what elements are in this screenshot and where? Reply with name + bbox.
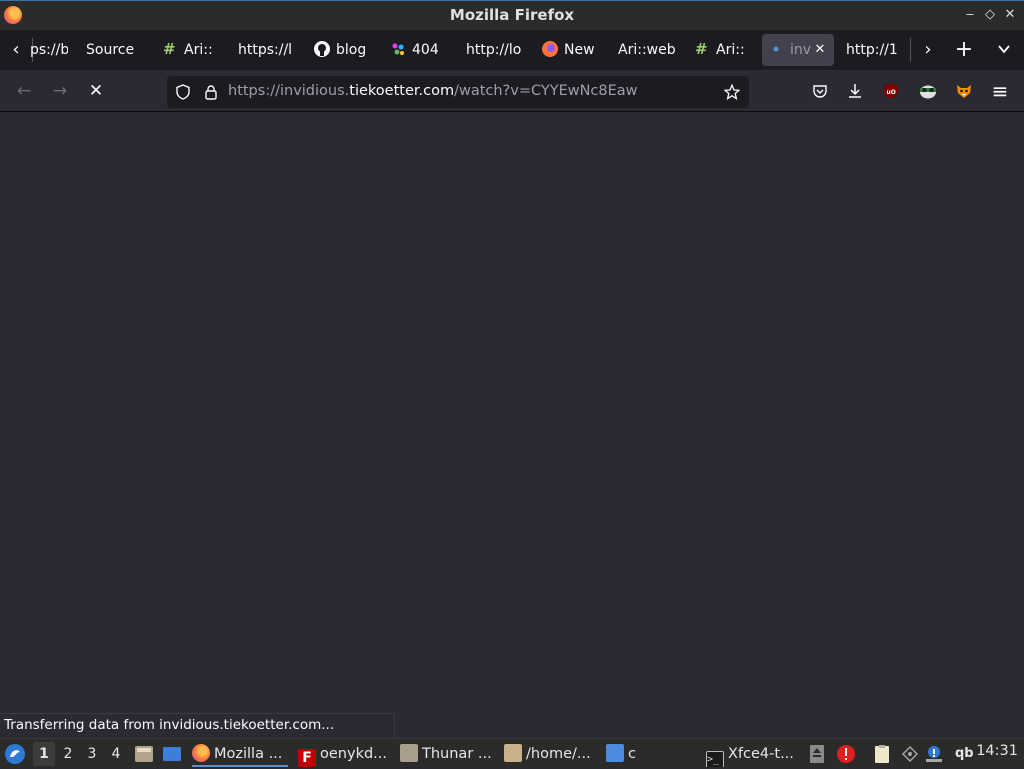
- network-icon[interactable]: [900, 744, 920, 764]
- pocket-icon[interactable]: [812, 83, 828, 99]
- tab-label: http://lo: [466, 42, 522, 58]
- scroll-tabs-right-button[interactable]: ›: [912, 34, 944, 66]
- maximize-button[interactable]: ◇: [982, 6, 998, 24]
- github-icon: [314, 37, 330, 57]
- loading-dot-icon: [768, 37, 784, 53]
- window-titlebar: Mozilla Firefox ‒ ◇ ✕: [0, 0, 1024, 30]
- tab-active[interactable]: inv ✕: [762, 34, 834, 66]
- tab[interactable]: New: [536, 34, 598, 66]
- close-window-button[interactable]: ✕: [1002, 6, 1018, 24]
- taskbar: 1 2 3 4 Mozilla ... Foenykd... Thunar ..…: [0, 738, 1024, 768]
- page-content[interactable]: [0, 112, 1024, 738]
- workspace-1[interactable]: 1: [33, 742, 55, 766]
- url-path: /watch?v=CYYEwNc8Eaw: [454, 83, 638, 99]
- terminal-icon: >_: [706, 751, 724, 767]
- app-menu-button[interactable]: ≡: [986, 77, 1014, 105]
- back-button[interactable]: ←: [10, 77, 38, 105]
- tab-label: Ari::: [716, 42, 745, 58]
- svg-text:#: #: [163, 41, 176, 57]
- tab[interactable]: https://l: [232, 34, 296, 66]
- status-panel: Transferring data from invidious.tiekoet…: [0, 713, 395, 737]
- task-label: c: [628, 746, 636, 762]
- task-label: oenykd...: [320, 746, 387, 762]
- workspace-2[interactable]: 2: [57, 742, 79, 766]
- tab[interactable]: ps://b: [24, 34, 68, 66]
- task-thunar[interactable]: Thunar ...: [400, 741, 496, 767]
- tab-label: blog: [336, 42, 367, 58]
- file-manager-launcher-icon[interactable]: [134, 744, 154, 764]
- close-tab-icon[interactable]: ✕: [810, 34, 830, 66]
- tab-label: Ari::web: [618, 42, 676, 58]
- url-bar[interactable]: https://invidious.tiekoetter.com/watch?v…: [167, 76, 749, 108]
- tab[interactable]: blog: [308, 34, 372, 66]
- workspace-4[interactable]: 4: [105, 742, 127, 766]
- whisker-menu-icon[interactable]: [4, 743, 25, 764]
- tab[interactable]: # Ari::: [688, 34, 750, 66]
- window-title: Mozilla Firefox: [449, 6, 575, 24]
- url-host: tiekoetter.com: [349, 83, 455, 99]
- list-all-tabs-button[interactable]: [988, 34, 1020, 66]
- hash-icon: #: [694, 37, 710, 58]
- workspace-3[interactable]: 3: [81, 742, 103, 766]
- task-label: Mozilla ...: [214, 746, 283, 762]
- chevron-down-icon: [998, 45, 1010, 54]
- tab[interactable]: Source: [80, 34, 142, 66]
- colorful-icon: [390, 37, 406, 55]
- url-text[interactable]: https://invidious.tiekoetter.com/watch?v…: [228, 83, 638, 99]
- show-desktop-icon[interactable]: [162, 744, 182, 764]
- eject-icon[interactable]: [808, 744, 828, 764]
- lock-icon[interactable]: [203, 84, 219, 100]
- tab-label: ps://b: [30, 42, 68, 58]
- thunar-icon: [400, 744, 418, 762]
- task-folder[interactable]: c: [606, 741, 646, 767]
- task-label: /home/...: [526, 746, 591, 762]
- tab[interactable]: Ari::web: [612, 34, 676, 66]
- filezilla-icon: F: [298, 749, 316, 767]
- task-archive[interactable]: /home/...: [504, 741, 596, 767]
- task-filezilla[interactable]: Foenykd...: [298, 741, 390, 767]
- archive-icon: [504, 744, 522, 762]
- tracking-protection-shield-icon[interactable]: [175, 84, 191, 100]
- task-label: Xfce4-t...: [728, 746, 794, 762]
- new-tab-button[interactable]: +: [948, 34, 980, 66]
- clipboard-icon[interactable]: [872, 744, 892, 764]
- url-prefix: https://invidious.: [228, 83, 350, 99]
- alert-icon[interactable]: [836, 744, 856, 764]
- forward-button[interactable]: →: [46, 77, 74, 105]
- tab[interactable]: http://1: [840, 34, 906, 66]
- tab-label: Ari::: [184, 42, 213, 58]
- tab-label: New: [564, 42, 595, 58]
- ublock-icon[interactable]: uO: [883, 83, 899, 99]
- tab[interactable]: 404: [384, 34, 446, 66]
- svg-text:uO: uO: [887, 89, 896, 96]
- task-terminal[interactable]: >_ Xfce4-t...: [706, 741, 800, 767]
- tab[interactable]: http://lo: [460, 34, 524, 66]
- tab[interactable]: # Ari::: [156, 34, 218, 66]
- download-icon[interactable]: [847, 83, 863, 99]
- tab-strip: ‹ ps://b Source # Ari:: https://l blog 40…: [0, 30, 1024, 70]
- extension-fox-icon[interactable]: [955, 83, 971, 99]
- folder-icon: [606, 744, 624, 762]
- notification-icon[interactable]: [924, 744, 944, 764]
- task-firefox[interactable]: Mozilla ...: [192, 741, 288, 767]
- svg-text:#: #: [695, 41, 708, 57]
- divider: [910, 38, 911, 62]
- tab-label: 404: [412, 42, 439, 58]
- hash-icon: #: [162, 37, 178, 58]
- stop-loading-button[interactable]: ✕: [82, 77, 110, 105]
- tab-label: Source: [86, 42, 135, 58]
- bookmark-star-icon[interactable]: [723, 83, 741, 101]
- qbittorrent-tray[interactable]: qb: [955, 741, 975, 767]
- navigation-toolbar: ← → ✕ https://invidious.tiekoetter.com/w…: [0, 70, 1024, 112]
- clock[interactable]: 14:31: [976, 743, 1018, 759]
- privacy-badger-icon[interactable]: [919, 83, 936, 99]
- firefox-icon: [192, 744, 210, 762]
- minimize-button[interactable]: ‒: [962, 6, 978, 24]
- task-label: Thunar ...: [422, 746, 492, 762]
- firefox-icon: [542, 37, 558, 57]
- tab-label: http://1: [846, 42, 898, 58]
- tab-label: https://l: [238, 42, 293, 58]
- tab-label: inv: [790, 42, 812, 58]
